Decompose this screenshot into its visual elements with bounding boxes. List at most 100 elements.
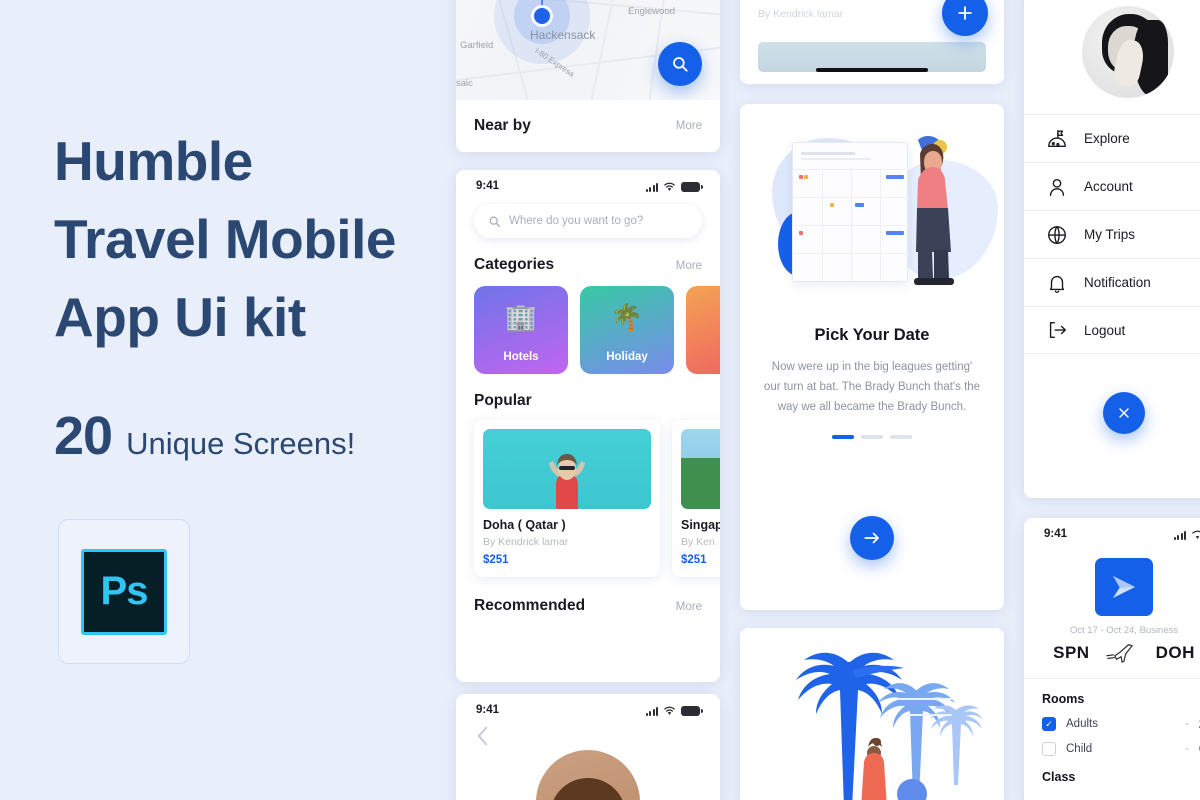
avatar[interactable]: [1082, 6, 1174, 98]
palm-icon: 🌴: [610, 302, 644, 332]
categories-more-link[interactable]: More: [676, 260, 702, 272]
status-bar: 9:41: [456, 694, 720, 720]
nearby-map-card: Garfield Hackensack Englewood saic East …: [456, 0, 720, 152]
sidebar-item-label: Explore: [1084, 131, 1130, 146]
search-input[interactable]: Where do you want to go?: [474, 204, 702, 238]
user-icon: [1049, 178, 1065, 196]
carousel-dot[interactable]: [861, 435, 883, 439]
class-title: Class: [1042, 770, 1076, 784]
category-label: Holiday: [606, 351, 648, 363]
onboarding-card: Pick Your Date Now were up in the big le…: [740, 104, 1004, 610]
menu-list: Explore Account My Trips Notification Lo…: [1024, 114, 1200, 354]
map-label: Garfield: [460, 40, 494, 51]
signal-icon: [645, 706, 658, 716]
next-button[interactable]: [850, 516, 894, 560]
sidebar-item-my-trips[interactable]: My Trips: [1024, 210, 1200, 258]
map-label: Hackensack: [530, 28, 596, 42]
home-indicator: [816, 68, 928, 72]
rooms-row-dash: -: [1185, 718, 1190, 730]
close-icon: [1119, 408, 1129, 418]
categories-header: Categories More: [456, 238, 720, 274]
rooms-row-label: Child: [1066, 743, 1093, 755]
popular-title: Popular: [474, 392, 532, 409]
category-card-holiday[interactable]: 🌴 Holiday: [580, 286, 674, 374]
promo-panel: Humble Travel Mobile App Ui kit 20 Uniqu…: [0, 0, 456, 800]
recommended-header: Recommended More: [456, 577, 720, 615]
map-label: saic: [456, 78, 473, 89]
status-bar: 9:41: [456, 170, 720, 196]
recommended-more-link[interactable]: More: [676, 601, 702, 613]
flight-date-range: Oct 17 - Oct 24, Business: [1069, 625, 1179, 636]
sidebar-item-explore[interactable]: Explore: [1024, 114, 1200, 162]
page-title: Humble Travel Mobile App Ui kit: [54, 122, 444, 356]
list-item[interactable]: Singap By Ken $251: [672, 420, 720, 577]
globe-icon: [1048, 225, 1066, 244]
screen-count-label: Unique Screens!: [126, 426, 356, 461]
title-line-1: Humble: [54, 130, 253, 192]
nearby-more-link[interactable]: More: [676, 120, 702, 132]
map-canvas[interactable]: Garfield Hackensack Englewood saic East …: [456, 0, 720, 100]
rooms-section: Rooms ✓ Adults - 2 Child - 0 Class: [1024, 678, 1200, 784]
flight-route: SPN DOH: [1024, 642, 1200, 664]
avatar-hair: [550, 778, 626, 800]
map-search-button[interactable]: [658, 42, 702, 86]
title-line-2: Travel Mobile: [54, 208, 396, 270]
search-icon: [489, 216, 501, 227]
adults-checkbox[interactable]: ✓: [1042, 717, 1056, 731]
nearby-footer: Near by More: [456, 100, 720, 152]
palm-trees-traveler-illustration: [796, 652, 983, 800]
status-time: 9:41: [476, 704, 500, 716]
home-screen-card: 9:41 Where do you want to go? Categories…: [456, 170, 720, 682]
calendar-grid: [793, 169, 909, 283]
map-label: Englewood: [628, 6, 676, 17]
popular-list: Doha ( Qatar ) By Kendrick lamar $251 Si…: [456, 410, 720, 577]
destination-author: By Kendrick lamar: [483, 536, 569, 548]
destination-code: DOH: [1155, 643, 1195, 662]
logout-icon: [1049, 321, 1066, 339]
categories-title: Categories: [474, 256, 555, 273]
destination-name: Singap: [681, 518, 720, 532]
sidebar-item-account[interactable]: Account: [1024, 162, 1200, 210]
child-checkbox[interactable]: [1042, 742, 1056, 756]
signal-icon: [645, 182, 658, 192]
category-card-hotels[interactable]: 🏢 Hotels: [474, 286, 568, 374]
origin-code: SPN: [1053, 643, 1090, 662]
nearby-title: Near by: [474, 117, 531, 134]
plane-icon: [1106, 644, 1133, 663]
screen-count: 20 Unique Screens!: [54, 405, 355, 467]
wifi-icon: [664, 182, 675, 191]
rooms-row-adults[interactable]: ✓ Adults - 2: [1042, 717, 1200, 731]
battery-icon: [681, 181, 703, 192]
destination-price: $251: [681, 554, 707, 566]
flight-booking-card: 9:41 Oct 17 - Oct 24, Business SPN DOH R…: [1024, 518, 1200, 800]
calendar-woman-illustration: [740, 104, 1004, 322]
sidebar-item-notification[interactable]: Notification: [1024, 258, 1200, 306]
airline-logo-icon: [1113, 576, 1135, 598]
sidebar-item-label: Notification: [1084, 275, 1151, 290]
wifi-icon: [1192, 530, 1200, 539]
back-button[interactable]: [476, 726, 720, 752]
title-line-3: App Ui kit: [54, 286, 306, 348]
list-item[interactable]: Doha ( Qatar ) By Kendrick lamar $251: [474, 420, 660, 577]
add-button[interactable]: [942, 0, 988, 36]
plus-icon: [958, 6, 972, 20]
calendar-graphic: [792, 142, 909, 283]
sidebar-item-logout[interactable]: Logout: [1024, 306, 1200, 354]
destination-author: By Ken: [681, 536, 715, 548]
destination-thumbnail: [681, 429, 720, 509]
carousel-dot[interactable]: [890, 435, 912, 439]
rooms-row-child[interactable]: Child - 0: [1042, 742, 1200, 756]
destination-name: Doha ( Qatar ): [483, 518, 566, 532]
current-location-dot: [534, 8, 550, 24]
airline-logo: [1095, 558, 1153, 616]
search-placeholder: Where do you want to go?: [509, 215, 644, 227]
carousel-dots[interactable]: [740, 435, 1004, 439]
status-icons: [1173, 529, 1200, 540]
carousel-dot[interactable]: [832, 435, 854, 439]
status-time: 9:41: [1044, 528, 1068, 540]
close-menu-button[interactable]: [1103, 392, 1145, 434]
side-menu-card: Explore Account My Trips Notification Lo…: [1024, 0, 1200, 498]
category-card-flights[interactable]: ✈ Fli: [686, 286, 720, 374]
status-time: 9:41: [476, 180, 500, 192]
photoshop-badge: Ps: [58, 519, 190, 664]
